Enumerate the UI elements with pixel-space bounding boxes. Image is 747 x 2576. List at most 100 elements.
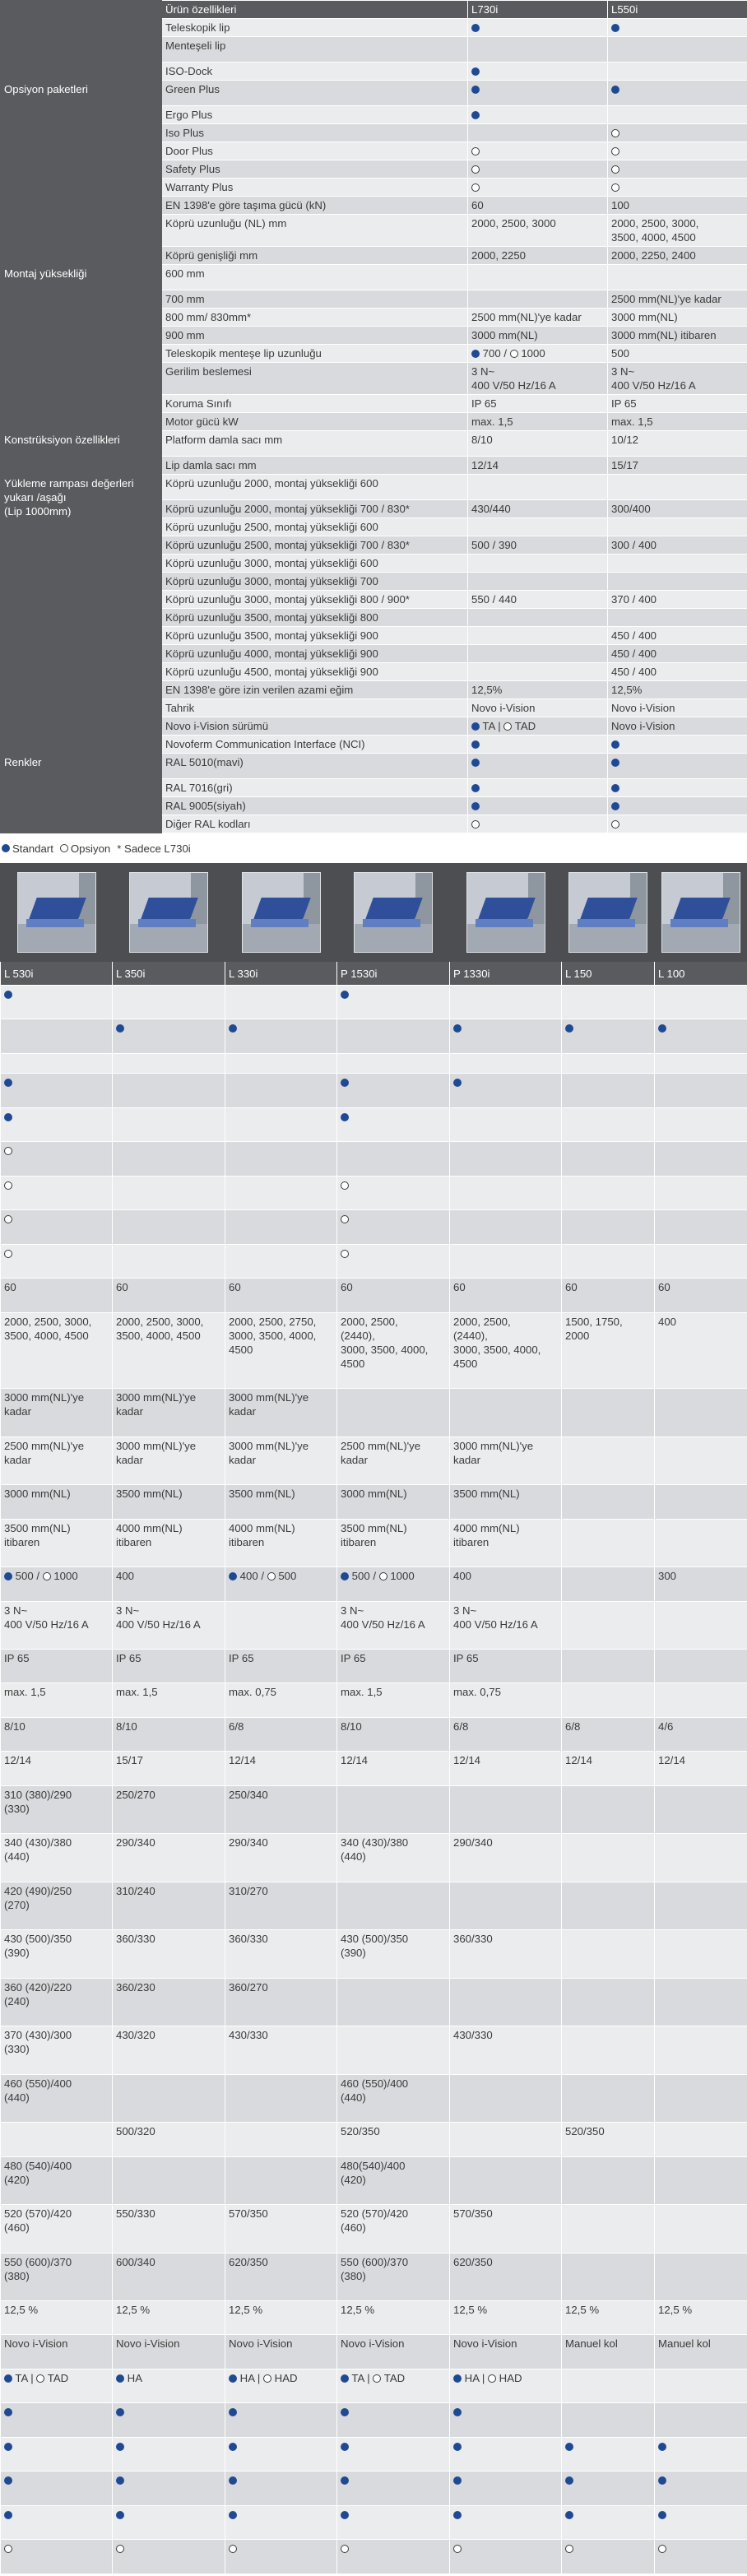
filled-dot-icon (116, 2510, 124, 2519)
value-cell (561, 2026, 655, 2075)
feature-label: Tahrik (161, 699, 468, 717)
value-cell (561, 2539, 655, 2574)
value-cell: 3000 mm(NL)'ye kadar (225, 1388, 337, 1437)
table-row: 60 60 60 60 60 60 60 (0, 1278, 747, 1313)
table-row: 8/10 8/10 6/8 8/10 6/8 6/8 4/6 (0, 1716, 747, 1752)
value-cell: 3000 mm(NL) (607, 308, 747, 327)
value-cell: 60 (467, 196, 608, 215)
value-cell: Novo i-Vision (607, 699, 747, 717)
product-image-cell (561, 863, 655, 962)
product-features-table: Ürün özellikleri L730i L550i Teleskopik lip… (0, 0, 747, 833)
value-cell (607, 753, 747, 779)
value-cell (561, 1518, 655, 1568)
filled-dot-icon (611, 86, 619, 94)
value-cell (0, 1052, 113, 1074)
empty-circle-icon (229, 2545, 237, 2554)
value-cell: TA | TAD (467, 717, 608, 736)
category-cell (0, 62, 162, 81)
feature-label: Novoferm Communication Interface (NCI) (161, 735, 468, 754)
feature-label: Novo i-Vision sürümü (161, 717, 468, 736)
product-image-cell (654, 863, 747, 962)
value-cell: 620/350 (449, 2252, 562, 2302)
table-row (0, 2539, 747, 2574)
value-cell (225, 2436, 337, 2472)
product-image-cell (225, 863, 337, 962)
feature-label: EN 1398'e göre izin verilen azami eğim (161, 680, 468, 699)
table-row (0, 1141, 747, 1177)
feature-label: Köprü uzunluğu 4000, montaj yüksekliği 9… (161, 644, 468, 663)
value-cell: 480 (540)/400 (420) (0, 2156, 113, 2206)
value-cell: 100 (607, 196, 747, 215)
feature-label: Köprü uzunluğu 2000, montaj yüksekliği 7… (161, 499, 468, 518)
table-row (0, 2504, 747, 2541)
product-image-row (0, 863, 747, 962)
feature-label: Köprü uzunluğu (NL) mm (161, 214, 468, 247)
product-photo (568, 872, 647, 953)
filled-dot-icon (341, 1572, 349, 1581)
legend: Standart Opsiyon * Sadece L730i (0, 833, 747, 863)
filled-dot-icon (229, 2476, 237, 2485)
value-cell (561, 1600, 655, 1650)
value-cell: 12,5 % (336, 2300, 450, 2336)
value-cell (112, 1019, 225, 1054)
table-row (0, 1107, 747, 1143)
filled-dot-icon (471, 350, 480, 358)
value-cell: IP 65 (607, 394, 747, 413)
empty-circle-icon (509, 350, 518, 358)
value-cell (449, 984, 562, 1020)
value-cell: 360 (420)/220 (240) (0, 1977, 113, 2027)
table-row: Montaj yüksekliği 600 mm (0, 264, 747, 431)
value-cell: 60 (449, 1278, 562, 1313)
value-cell (0, 2539, 113, 2574)
value-cell: 3000 mm(NL) (336, 1484, 450, 1520)
value-cell (654, 1436, 747, 1486)
filled-dot-icon (4, 2408, 12, 2417)
feature-label: Teleskopik menteşe lip uzunluğu (161, 344, 468, 363)
empty-circle-icon (267, 1572, 276, 1581)
value-cell: 1500, 1750, 2000 (561, 1311, 655, 1390)
value-cell (336, 2436, 450, 2472)
value-cell (336, 1107, 450, 1143)
value-cell (225, 1141, 337, 1177)
filled-dot-icon (341, 1079, 349, 1088)
value-cell (561, 1019, 655, 1054)
value-cell: 4000 mm(NL) itibaren (112, 1518, 225, 1568)
value-cell (561, 1073, 655, 1108)
filled-dot-icon (471, 86, 480, 94)
header-cell: Ürün özellikleri (161, 0, 468, 19)
value-cell (0, 2122, 113, 2157)
filled-dot-icon (341, 2510, 349, 2519)
value-cell (654, 2368, 747, 2404)
empty-circle-icon (4, 1181, 12, 1190)
value-cell: 10/12 (607, 430, 747, 457)
value-cell (654, 1209, 747, 1245)
value-cell (607, 554, 747, 573)
category-cell: Renkler (0, 753, 162, 833)
value-cell: 300 / 400 (607, 536, 747, 555)
table-row (0, 1052, 747, 1074)
value-cell: 400 (449, 1566, 562, 1602)
value-cell: 360/230 (112, 1977, 225, 2027)
filled-dot-icon (341, 991, 349, 999)
value-cell: HA | HAD (225, 2368, 337, 2404)
value-cell: 400 (112, 1566, 225, 1602)
value-cell (654, 2539, 747, 2574)
value-cell (225, 1052, 337, 1074)
value-cell (607, 80, 747, 106)
value-cell: 12/14 (467, 456, 608, 475)
value-cell: 3500 mm(NL) (112, 1484, 225, 1520)
value-cell (654, 2504, 747, 2541)
value-cell (607, 608, 747, 627)
value-cell (0, 1107, 113, 1143)
category-cell: Konstrüksiyon özellikleri (0, 430, 162, 475)
value-cell: 15/17 (112, 1751, 225, 1786)
empty-circle-icon (116, 2545, 124, 2554)
value-cell (0, 1019, 113, 1054)
value-cell: 2000, 2500, 2750, 3000, 3500, 4000, 4500 (225, 1311, 337, 1390)
value-cell: IP 65 (112, 1648, 225, 1684)
filled-dot-icon (453, 2510, 462, 2519)
value-cell: IP 65 (449, 1648, 562, 1684)
value-cell (225, 2471, 337, 2506)
value-cell (561, 1484, 655, 1520)
feature-label: Green Plus (161, 80, 468, 106)
